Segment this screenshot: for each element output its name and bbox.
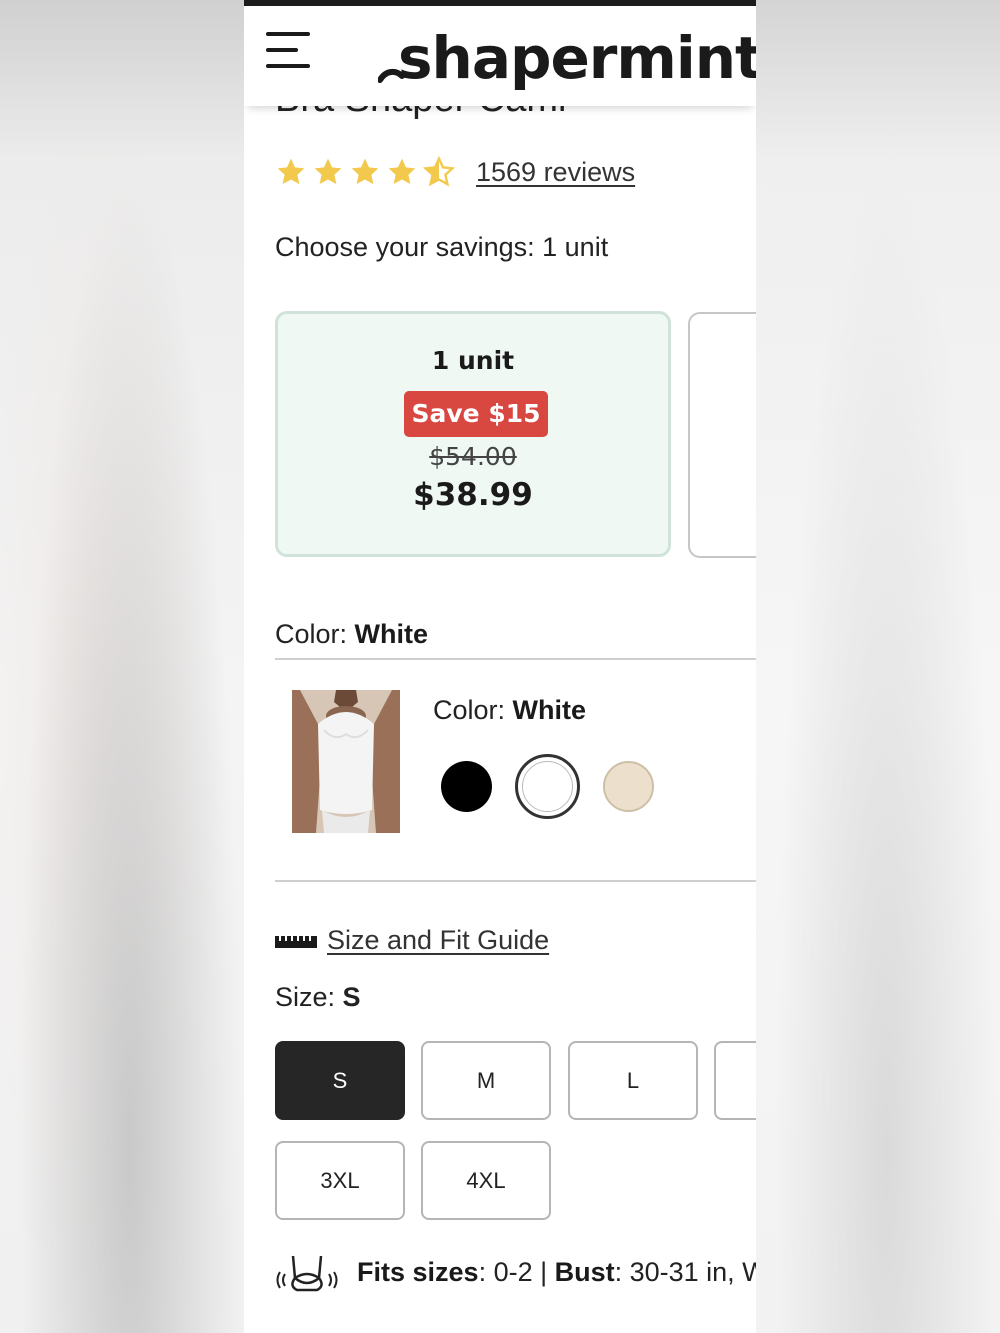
logo-text: shapermint: [398, 24, 756, 92]
background-right: [756, 0, 1000, 1333]
swatch-white[interactable]: [515, 754, 580, 819]
save-badge: Save $15: [404, 391, 548, 437]
size-label: Size:: [275, 982, 336, 1012]
divider: [275, 658, 756, 660]
swatch-color-value: White: [512, 695, 587, 725]
star-half-icon: [423, 156, 455, 187]
bust-value: : 30-31 in, W: [614, 1256, 756, 1287]
fit-info-text: Fits sizes: 0-2 | Bust: 30-31 in, W: [357, 1257, 756, 1288]
size-fit-guide-text: Size and Fit Guide: [327, 924, 550, 955]
star-full-icon: [388, 158, 416, 185]
bust-label: Bust: [554, 1256, 615, 1287]
size-option-l[interactable]: L: [568, 1041, 698, 1120]
rating-row: 1569 reviews: [275, 152, 635, 192]
color-value: White: [354, 619, 429, 649]
size-fit-guide-link[interactable]: Size and Fit Guide: [275, 920, 549, 960]
color-label: Color:: [275, 619, 348, 649]
size-option-next[interactable]: [714, 1041, 756, 1120]
mobile-page: Bra Shaper Cami shapermint 1569 reviews …: [244, 0, 756, 1333]
savings-label: Choose your savings: 1 unit: [275, 232, 609, 262]
size-option-3xl[interactable]: 3XL: [275, 1141, 405, 1220]
old-price: $54.00: [429, 442, 517, 471]
color-heading: Color: White: [275, 619, 428, 650]
divider: [275, 880, 756, 882]
fits-value: : 0-2 |: [478, 1256, 555, 1287]
star-full-icon: [351, 158, 379, 185]
site-header: shapermint: [244, 6, 756, 106]
background-left: [0, 0, 244, 1333]
fit-info-row: Fits sizes: 0-2 | Bust: 30-31 in, W: [275, 1248, 756, 1296]
savings-option-1-unit[interactable]: 1 unit Save $15 $54.00 $38.99: [275, 311, 671, 557]
unit-title: 1 unit: [431, 346, 515, 375]
swatch-white-fill: [522, 761, 573, 812]
swatch-black[interactable]: [441, 761, 492, 812]
star-full-icon: [314, 158, 342, 185]
size-heading: Size: S: [275, 982, 361, 1013]
size-option-4xl[interactable]: 4XL: [421, 1141, 551, 1220]
ruler-icon: [275, 936, 317, 948]
product-thumbnail: [292, 690, 400, 833]
swatch-nude[interactable]: [603, 761, 654, 812]
savings-option-next[interactable]: [688, 312, 756, 558]
size-value: S: [342, 982, 361, 1012]
size-option-m[interactable]: M: [421, 1041, 551, 1120]
size-option-s[interactable]: S: [275, 1041, 405, 1120]
swatch-color-heading: Color: White: [433, 695, 586, 726]
hamburger-menu-icon[interactable]: [264, 32, 312, 72]
current-price: $38.99: [413, 477, 533, 513]
star-full-icon: [277, 158, 305, 185]
fits-label: Fits sizes: [357, 1256, 479, 1287]
reviews-link[interactable]: 1569 reviews: [476, 157, 635, 188]
model-image-icon: [292, 690, 400, 833]
shapermint-logo[interactable]: shapermint: [378, 22, 756, 92]
bra-icon: [276, 1255, 338, 1292]
swatch-color-label: Color:: [433, 695, 506, 725]
